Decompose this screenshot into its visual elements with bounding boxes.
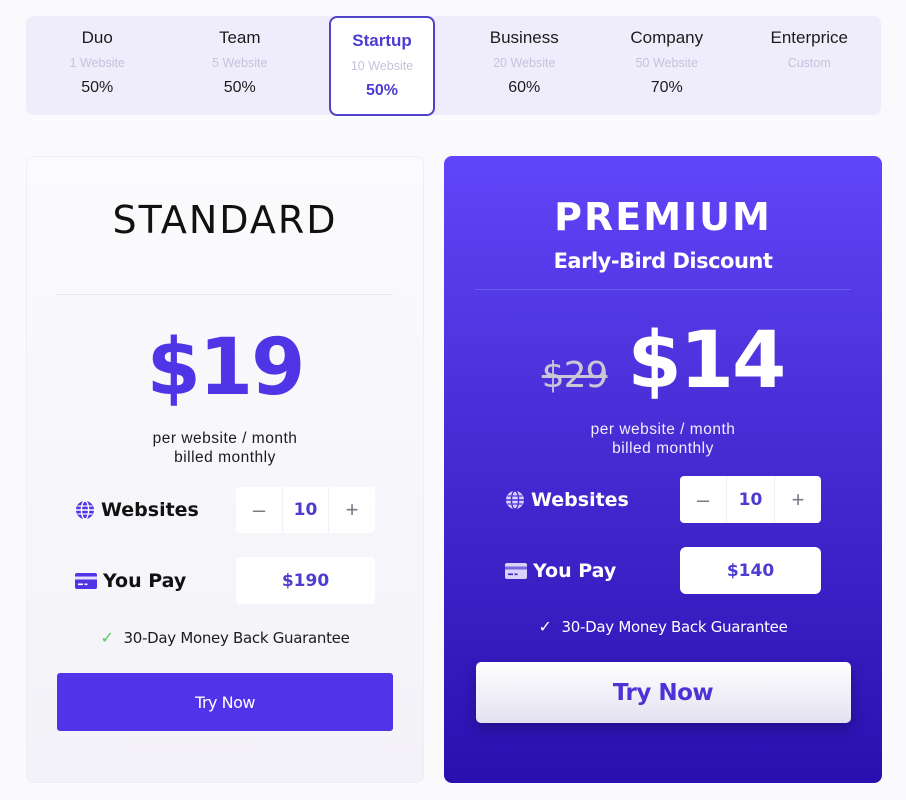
tier-enterprice[interactable]: Enterprice Custom (738, 16, 881, 115)
websites-label-text: Websites (531, 488, 629, 511)
tier-name: Team (218, 28, 261, 47)
total-price: $190 (236, 557, 375, 604)
total-price: $140 (680, 547, 821, 594)
decrement-button[interactable]: – (680, 476, 726, 523)
you-pay-row: You Pay $190 (75, 557, 375, 604)
tier-websites: 5 Website (212, 56, 268, 70)
tier-discount: 50% (365, 81, 399, 99)
divider (57, 294, 393, 295)
tier-business[interactable]: Business 20 Website 60% (453, 16, 596, 115)
price: $14 (627, 316, 786, 406)
tier-name: Company (630, 28, 704, 47)
websites-stepper: – 10 + (236, 487, 375, 533)
tier-websites: 20 Website (493, 56, 556, 70)
tier-discount: 50% (81, 79, 114, 96)
guarantee-text: 30-Day Money Back Guarantee (123, 628, 350, 647)
websites-label: Websites (505, 489, 629, 511)
check-icon: ✓ (538, 617, 552, 636)
money-back-guarantee: ✓ 30-Day Money Back Guarantee (538, 617, 787, 636)
tier-selector: Duo 1 Website 50% Team 5 Website 50% Sta… (26, 15, 881, 116)
tier-discount: 60% (508, 79, 541, 96)
billing-frequency: billed monthly (612, 440, 714, 457)
tier-name: Enterprice (770, 28, 848, 47)
tier-discount: 50% (223, 79, 256, 96)
try-now-button[interactable]: Try Now (475, 662, 851, 723)
you-pay-row: You Pay $140 (505, 547, 821, 594)
original-price: $29 (541, 355, 609, 396)
websites-count-input[interactable]: 10 (726, 476, 775, 523)
plan-title: STANDARD (112, 198, 338, 242)
plan-title: PREMIUM (554, 195, 772, 239)
websites-count-input[interactable]: 10 (282, 487, 329, 533)
you-pay-label: You Pay (505, 560, 616, 582)
tier-company[interactable]: Company 50 Website 70% (596, 16, 739, 115)
tier-websites: 10 Website (350, 58, 414, 73)
you-pay-label-text: You Pay (103, 569, 187, 592)
price-row: $19 (146, 323, 306, 413)
plan-subtitle: Early-Bird Discount (553, 249, 773, 273)
websites-row: Websites – 10 + (505, 476, 821, 523)
websites-stepper: – 10 + (680, 476, 821, 523)
divider (475, 289, 851, 290)
tier-name: Business (489, 28, 559, 47)
websites-row: Websites – 10 + (75, 487, 375, 533)
billing-info: per website / month billed monthly (153, 429, 298, 467)
tier-websites: Custom (787, 56, 831, 70)
check-icon: ✓ (100, 628, 114, 647)
standard-plan-card: STANDARD $19 per website / month billed … (26, 156, 424, 783)
globe-icon (76, 500, 94, 520)
try-now-button[interactable]: Try Now (57, 673, 393, 731)
billing-frequency: billed monthly (174, 449, 276, 466)
websites-label-text: Websites (101, 499, 199, 521)
guarantee-text: 30-Day Money Back Guarantee (561, 617, 788, 636)
you-pay-label-text: You Pay (533, 559, 617, 582)
billing-info: per website / month billed monthly (591, 420, 736, 458)
you-pay-label: You Pay (75, 570, 186, 592)
tier-websites: 1 Website (69, 56, 125, 70)
price-row: $29 $14 (541, 316, 787, 406)
credit-card-icon (75, 572, 97, 589)
money-back-guarantee: ✓ 30-Day Money Back Guarantee (100, 628, 349, 647)
credit-card-icon (505, 562, 527, 579)
tier-discount: 70% (650, 79, 683, 96)
premium-plan-card: PREMIUM Early-Bird Discount $29 $14 per … (444, 156, 882, 783)
globe-icon (506, 489, 524, 510)
tier-team[interactable]: Team 5 Website 50% (169, 16, 312, 115)
billing-period: per website / month (590, 421, 736, 438)
tier-duo[interactable]: Duo 1 Website 50% (26, 16, 169, 115)
price: $19 (146, 323, 306, 413)
increment-button[interactable]: + (329, 487, 375, 533)
tier-name: Duo (81, 28, 113, 47)
increment-button[interactable]: + (775, 476, 821, 523)
websites-label: Websites (75, 499, 199, 521)
billing-period: per website / month (152, 430, 298, 447)
tier-startup[interactable]: Startup 10 Website 50% (329, 15, 435, 116)
tier-name: Startup (352, 30, 412, 50)
decrement-button[interactable]: – (236, 487, 282, 533)
tier-websites: 50 Website (635, 56, 698, 70)
